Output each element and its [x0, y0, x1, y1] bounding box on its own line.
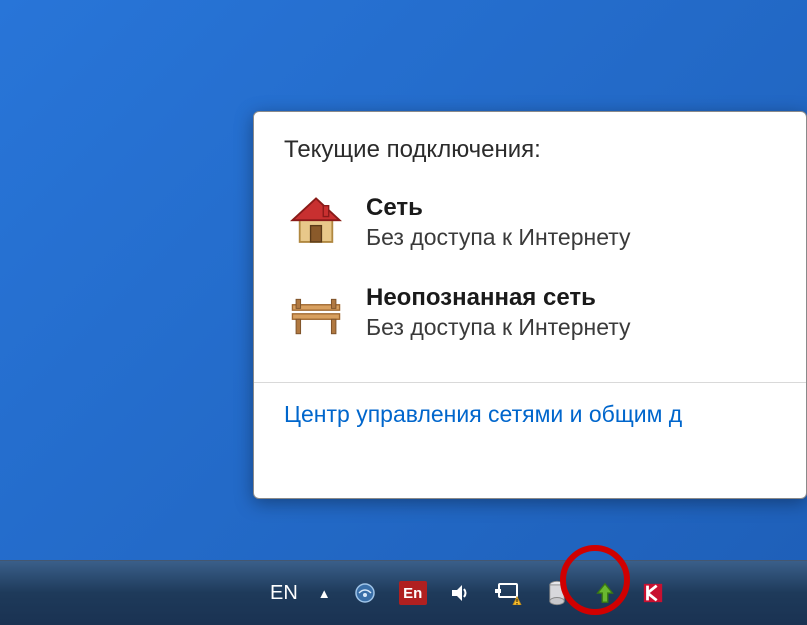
- connection-text: Сеть Без доступа к Интернету: [366, 194, 776, 251]
- connection-item[interactable]: Сеть Без доступа к Интернету: [254, 182, 806, 272]
- network-center-link[interactable]: Центр управления сетями и общим д: [254, 401, 806, 428]
- connection-item[interactable]: Неопознанная сеть Без доступа к Интернет…: [254, 272, 806, 362]
- network-tray-icon[interactable]: [495, 579, 523, 607]
- separator: [254, 382, 806, 383]
- wifi-tray-icon[interactable]: [351, 579, 379, 607]
- bench-network-icon: [284, 280, 348, 344]
- connection-status: Без доступа к Интернету: [366, 314, 776, 341]
- network-flyout: Текущие подключения: Сеть Без доступа к …: [253, 111, 807, 499]
- connection-name: Сеть: [366, 194, 776, 222]
- taskbar: EN ▲ En: [0, 560, 807, 625]
- upload-tray-icon[interactable]: [591, 579, 619, 607]
- kaspersky-tray-icon[interactable]: [639, 579, 667, 607]
- cylinder-tray-icon[interactable]: [543, 579, 571, 607]
- home-network-icon: [284, 190, 348, 254]
- language-tray-icon[interactable]: En: [399, 579, 427, 607]
- flyout-title: Текущие подключения:: [254, 136, 806, 182]
- volume-tray-icon[interactable]: [447, 579, 475, 607]
- connection-name: Неопознанная сеть: [366, 284, 776, 312]
- show-hidden-icons[interactable]: ▲: [318, 586, 331, 601]
- language-indicator-text[interactable]: EN: [270, 582, 298, 605]
- connection-text: Неопознанная сеть Без доступа к Интернет…: [366, 284, 776, 341]
- connection-status: Без доступа к Интернету: [366, 224, 776, 251]
